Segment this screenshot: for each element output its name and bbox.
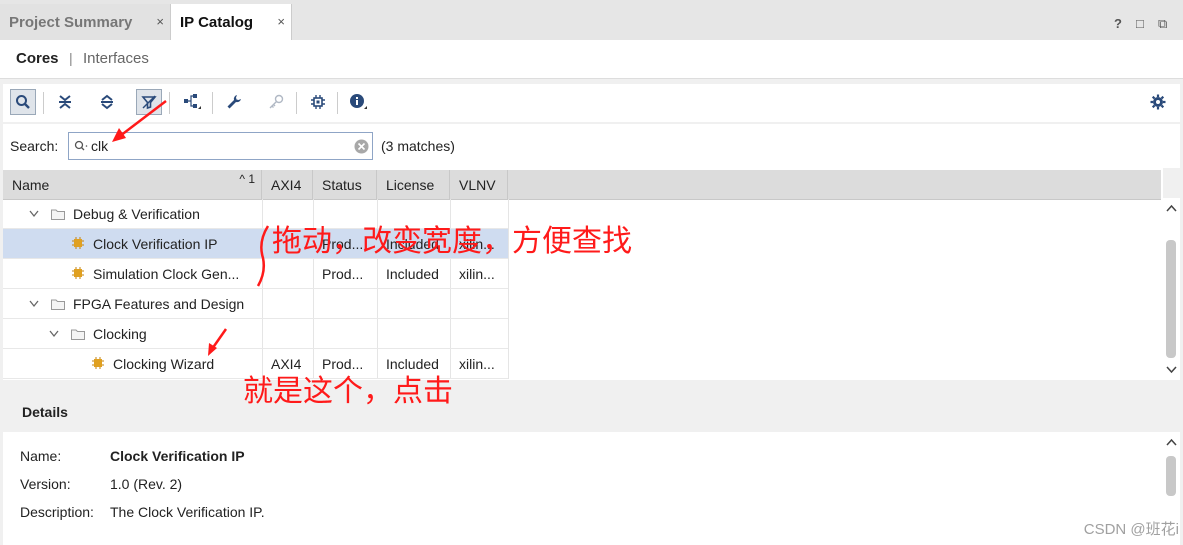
watermark: CSDN @班花i — [1083, 521, 1179, 538]
drag-note-annotation: 拖动，改变宽度，方便查找 — [272, 224, 632, 259]
click-note-annotation: 就是这个，点击 — [243, 374, 453, 409]
drag-bracket-annotation — [256, 225, 270, 287]
arrow-annotation-clocking-wizard — [208, 328, 228, 356]
arrow-annotation-search — [112, 100, 167, 142]
annotation-layer — [112, 100, 270, 356]
